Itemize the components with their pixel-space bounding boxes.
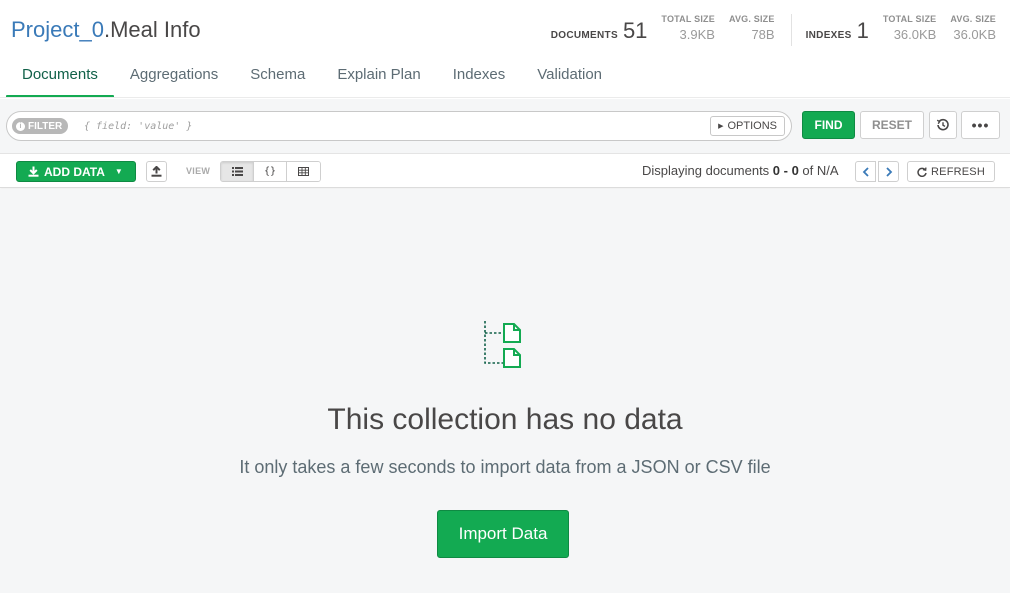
tab-label: Documents xyxy=(22,66,98,83)
documents-avg-size-label: AVG. SIZE xyxy=(728,14,775,24)
tab-validation[interactable]: Validation xyxy=(521,58,618,98)
tab-documents[interactable]: Documents xyxy=(6,58,114,98)
indexes-label: INDEXES xyxy=(805,30,852,41)
documents-count: 51 xyxy=(622,18,648,43)
filter-pill[interactable]: i FILTER xyxy=(12,118,69,134)
display-range: 0 - 0 xyxy=(772,163,799,178)
indexes-count: 1 xyxy=(856,18,869,43)
caret-down-icon: ▼ xyxy=(114,167,123,176)
query-bar: i FILTER ▶ OPTIONS FIND RESET ••• xyxy=(0,99,1010,154)
empty-collection-state: This collection has no data It only take… xyxy=(0,189,1010,593)
display-total: N/A xyxy=(816,163,839,178)
next-page-button[interactable] xyxy=(878,161,899,182)
more-options-button[interactable]: ••• xyxy=(961,111,1000,139)
history-icon xyxy=(936,118,949,131)
tab-label: Indexes xyxy=(452,66,506,83)
indexes-avg-size-label: AVG. SIZE xyxy=(950,14,996,24)
list-view-button[interactable] xyxy=(221,162,254,181)
refresh-label: REFRESH xyxy=(931,165,985,178)
documents-total-size-value: 3.9KB xyxy=(679,27,715,42)
indexes-stat: INDEXES 1 xyxy=(806,20,869,42)
add-data-label: ADD DATA xyxy=(44,164,105,179)
tab-aggregations[interactable]: Aggregations xyxy=(114,58,234,98)
find-button[interactable]: FIND xyxy=(802,111,855,139)
collection-name: .Meal Info xyxy=(103,17,201,42)
filter-pill-label: FILTER xyxy=(28,120,63,132)
filter-input[interactable] xyxy=(84,117,684,135)
reset-button[interactable]: RESET xyxy=(860,111,924,139)
previous-page-button[interactable] xyxy=(855,161,876,182)
chevron-left-icon xyxy=(862,166,869,177)
documents-icon xyxy=(484,321,521,368)
tab-label: Validation xyxy=(537,66,603,83)
display-of: of xyxy=(798,163,817,178)
tab-indexes[interactable]: Indexes xyxy=(437,58,522,98)
options-button[interactable]: ▶ OPTIONS xyxy=(710,116,785,136)
chevron-right-icon xyxy=(885,166,892,177)
view-label: VIEW xyxy=(186,166,211,176)
tab-label: Explain Plan xyxy=(337,66,421,83)
collection-header: Project_0.Meal Info DOCUMENTS 51 TOTAL S… xyxy=(0,0,1010,56)
table-view-button[interactable] xyxy=(287,162,320,181)
tab-label: Aggregations xyxy=(129,66,219,83)
indexes-avg-size-value: 36.0KB xyxy=(953,27,996,42)
indexes-total-size-label: TOTAL SIZE xyxy=(882,14,937,24)
display-prefix: Displaying documents xyxy=(642,163,773,178)
stats-divider xyxy=(790,14,792,46)
collection-stats: DOCUMENTS 51 TOTAL SIZE 3.9KB AVG. SIZE … xyxy=(551,14,996,46)
pagination-summary: Displaying documents 0 - 0 of N/A xyxy=(642,163,839,178)
documents-label: DOCUMENTS xyxy=(550,30,618,41)
add-data-button[interactable]: ADD DATA ▼ xyxy=(16,161,136,182)
tabs-divider xyxy=(0,97,1010,98)
refresh-icon xyxy=(917,167,927,177)
documents-total-size: TOTAL SIZE 3.9KB xyxy=(661,14,715,42)
tab-schema[interactable]: Schema xyxy=(234,58,321,98)
download-icon xyxy=(28,166,39,177)
upload-icon xyxy=(151,166,162,177)
table-view-icon xyxy=(298,167,309,176)
tab-label: Schema xyxy=(250,66,306,83)
documents-total-size-label: TOTAL SIZE xyxy=(661,14,715,24)
database-link[interactable]: Project_0 xyxy=(11,17,104,42)
refresh-button[interactable]: REFRESH xyxy=(907,161,995,182)
import-data-button[interactable]: Import Data xyxy=(437,510,569,558)
indexes-total-size-value: 36.0KB xyxy=(893,27,937,42)
documents-avg-size-value: 78B xyxy=(751,27,775,42)
indexes-avg-size: AVG. SIZE 36.0KB xyxy=(950,14,996,42)
query-history-button[interactable] xyxy=(929,111,957,139)
indexes-total-size: TOTAL SIZE 36.0KB xyxy=(883,14,937,42)
list-view-icon xyxy=(231,167,243,176)
options-label: OPTIONS xyxy=(727,120,777,132)
export-button[interactable] xyxy=(146,161,167,182)
caret-right-icon: ▶ xyxy=(718,123,724,130)
page-title: Project_0.Meal Info xyxy=(11,17,201,43)
empty-state-subtitle: It only takes a few seconds to import da… xyxy=(239,457,771,477)
json-view-button[interactable]: {} xyxy=(254,162,287,181)
documents-stat: DOCUMENTS 51 xyxy=(551,20,648,42)
collection-tabs: Documents Aggregations Schema Explain Pl… xyxy=(6,58,618,98)
tab-explain-plan[interactable]: Explain Plan xyxy=(321,58,436,98)
info-icon: i xyxy=(16,121,25,131)
documents-toolbar: ADD DATA ▼ VIEW {} Displaying documents … xyxy=(0,154,1010,188)
filter-box: i FILTER ▶ OPTIONS xyxy=(6,111,792,141)
view-switcher: {} xyxy=(220,161,321,182)
empty-state-title: This collection has no data xyxy=(327,403,683,436)
documents-avg-size: AVG. SIZE 78B xyxy=(729,14,775,42)
